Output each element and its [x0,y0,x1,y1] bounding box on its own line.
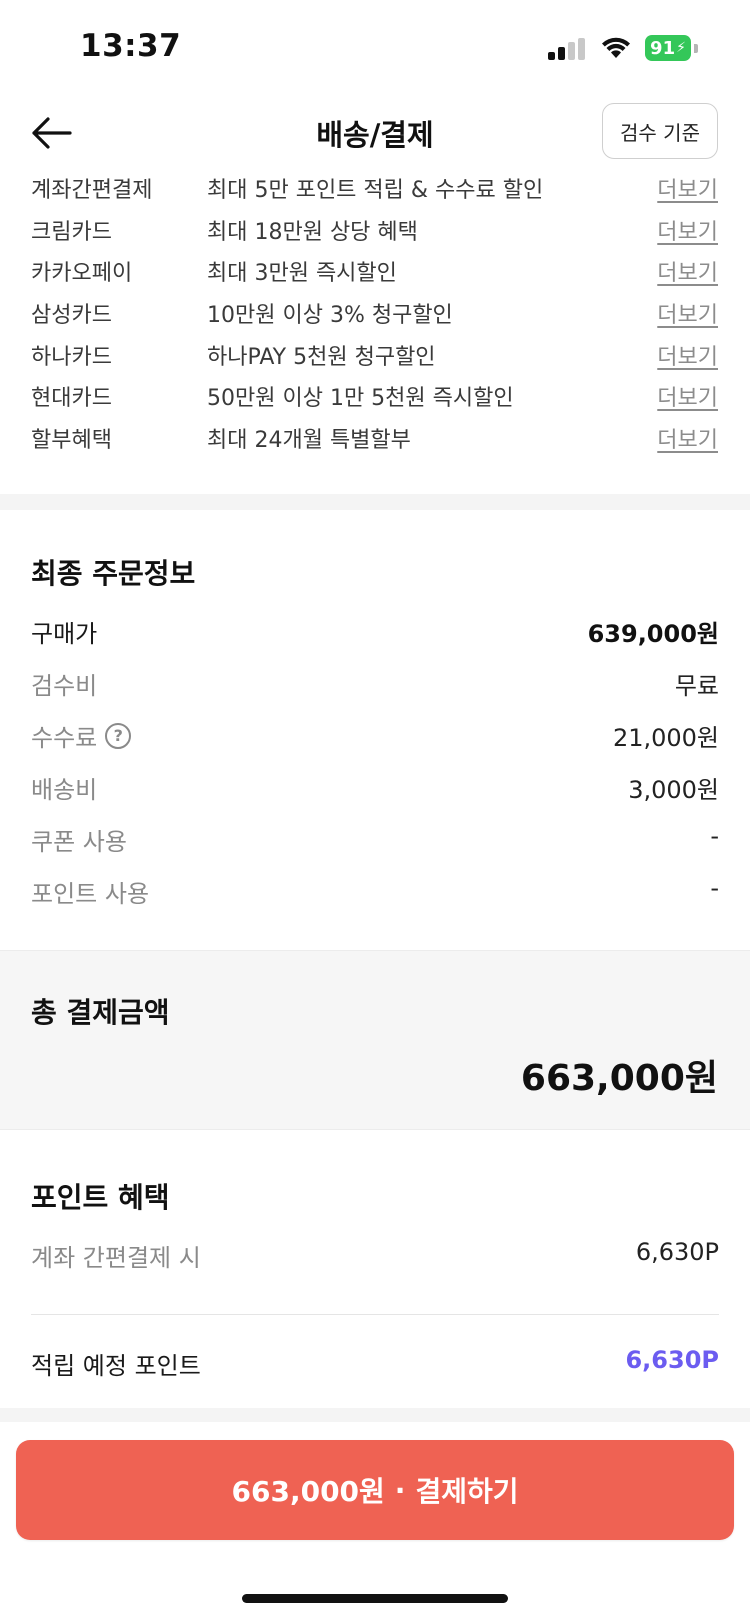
home-indicator [242,1594,508,1603]
divider-line [31,1314,719,1315]
inspection-criteria-button[interactable]: 검수 기준 [602,103,718,159]
benefit-row: 하나카드 하나PAY 5천원 청구할인 더보기 [0,333,750,375]
benefit-row: 계좌간편결제 최대 5만 포인트 적립 & 수수료 할인 더보기 [0,166,750,208]
bottom-divider [0,1408,750,1422]
battery-icon: 91 ⚡ [645,35,691,61]
signal-icon [548,38,586,60]
total-payment-box: 총 결제금액 663,000원 [0,950,750,1130]
section-divider [0,494,750,510]
order-row-value: 3,000원 [628,776,719,804]
benefit-more-link[interactable]: 더보기 [657,380,718,412]
total-amount: 663,000원 [520,1058,718,1099]
expected-points-label: 적립 예정 포인트 [31,1352,201,1380]
benefit-name: 하나카드 [31,344,112,370]
benefit-name: 계좌간편결제 [31,178,153,203]
order-row-value: 무료 [674,672,719,700]
header: 배송/결제 검수 기준 [0,100,750,170]
order-row-shipping: 배송비 3,000원 [31,770,719,810]
benefit-more-link[interactable]: 더보기 [657,297,718,329]
benefit-row: 삼성카드 10만원 이상 3% 청구할인 더보기 [0,291,750,333]
benefit-name: 삼성카드 [31,303,112,329]
order-row-value: - [710,822,719,850]
status-bar: 13:37 91 ⚡ [0,0,750,90]
benefit-row: 크림카드 최대 18만원 상당 혜택 더보기 [0,208,750,250]
expected-points-value: 6,630P [625,1346,719,1374]
question-circle-icon[interactable]: ? [105,722,132,749]
benefit-name: 크림카드 [31,219,112,245]
order-row-price: 구매가 639,000원 [31,614,719,654]
benefit-desc: 하나PAY 5천원 청구할인 [207,344,436,370]
benefit-name: 카카오페이 [31,261,133,287]
benefit-row: 카카오페이 최대 3만원 즉시할인 더보기 [0,249,750,291]
order-row-label-wrap: 수수료 ? [31,718,132,753]
order-row-label: 배송비 [31,776,98,804]
points-row-label: 계좌 간편결제 시 [31,1244,201,1272]
pay-button-label: 결제하기 [415,1475,519,1508]
benefit-desc: 50만원 이상 1만 5천원 즉시할인 [207,386,514,412]
wifi-icon [602,37,630,58]
benefit-more-link[interactable]: 더보기 [657,214,718,246]
points-row: 계좌 간편결제 시 6,630P [31,1238,719,1278]
benefit-desc: 최대 3만원 즉시할인 [207,261,397,287]
order-row-label: 쿠폰 사용 [31,828,127,856]
benefit-desc: 최대 18만원 상당 혜택 [207,219,418,245]
benefit-more-link[interactable]: 더보기 [657,422,718,454]
points-title: 포인트 혜택 [31,1181,170,1214]
order-row-label: 수수료 [31,724,98,752]
benefit-more-link[interactable]: 더보기 [657,255,718,287]
status-time: 13:37 [80,28,182,64]
battery-level: 91 [650,37,676,59]
benefit-desc: 10만원 이상 3% 청구할인 [207,303,453,329]
benefit-more-link[interactable]: 더보기 [657,172,718,204]
charging-icon: ⚡ [676,40,686,56]
expected-points-row: 적립 예정 포인트 6,630P [31,1346,719,1386]
order-row-coupon: 쿠폰 사용 - [31,822,719,862]
benefit-row: 할부혜택 최대 24개월 특별할부 더보기 [0,416,750,458]
order-row-label: 검수비 [31,672,98,700]
order-info-title: 최종 주문정보 [31,557,196,590]
order-row-value: 639,000원 [587,620,719,648]
order-row-value: - [710,874,719,902]
order-row-label: 포인트 사용 [31,880,150,908]
pay-button-separator: · [394,1473,406,1507]
pay-button[interactable]: 663,000원 · 결제하기 [16,1440,734,1540]
order-row-inspection-fee: 검수비 무료 [31,666,719,706]
pay-button-amount: 663,000원 [231,1475,385,1508]
total-label: 총 결제금액 [31,996,170,1029]
benefit-more-link[interactable]: 더보기 [657,339,718,371]
order-row-commission: 수수료 ? 21,000원 [31,718,719,758]
battery-cap [694,44,698,53]
benefit-desc: 최대 5만 포인트 적립 & 수수료 할인 [207,178,544,203]
benefit-name: 현대카드 [31,386,112,412]
order-row-points: 포인트 사용 - [31,874,719,914]
order-row-value: 21,000원 [612,724,719,752]
order-row-label: 구매가 [31,620,98,648]
points-row-value: 6,630P [635,1238,719,1266]
benefit-name: 할부혜택 [31,428,112,454]
benefit-desc: 최대 24개월 특별할부 [207,428,411,454]
benefit-row: 현대카드 50만원 이상 1만 5천원 즉시할인 더보기 [0,374,750,416]
payment-benefits-list: 계좌간편결제 최대 5만 포인트 적립 & 수수료 할인 더보기 크림카드 최대… [0,166,750,458]
